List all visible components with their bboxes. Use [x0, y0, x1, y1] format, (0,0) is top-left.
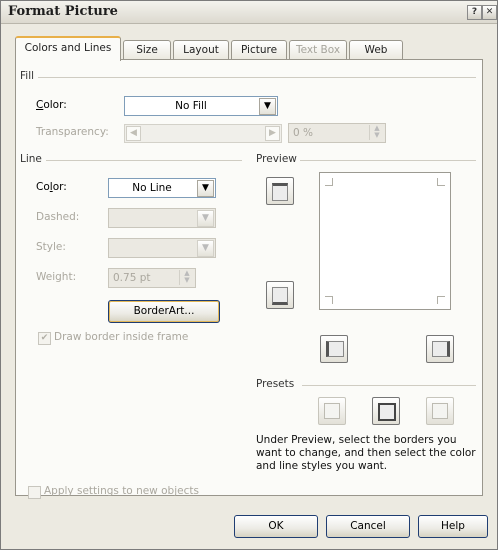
apply-settings-label: Apply settings to new objects [44, 485, 199, 497]
help-question-icon[interactable]: ? [467, 5, 482, 20]
corner-mark-icon [325, 296, 333, 304]
line-color-dropdown[interactable]: No Line ▼ [108, 178, 216, 198]
dialog-title: Format Picture [8, 4, 118, 19]
spin-arrows-icon: ▲ ▼ [179, 270, 194, 285]
preview-box[interactable] [319, 172, 451, 310]
chevron-down-icon[interactable]: ▼ [259, 98, 276, 115]
left-border-icon [326, 341, 344, 357]
borderart-button[interactable]: BorderArt... [108, 300, 220, 323]
ok-button[interactable]: OK [234, 515, 318, 538]
presets-divider [302, 385, 476, 386]
preview-group-label: Preview [256, 153, 301, 165]
fill-color-dropdown[interactable]: No Fill ▼ [124, 96, 278, 116]
top-border-icon [272, 183, 288, 201]
corner-mark-icon [437, 178, 445, 186]
grid-none-icon [324, 403, 340, 419]
title-bar[interactable]: Format Picture ? ✕ [1, 1, 497, 24]
tab-layout[interactable]: Layout [173, 40, 229, 59]
fill-divider [20, 77, 476, 78]
tab-picture[interactable]: Picture [231, 40, 287, 59]
style-label: Style: [36, 241, 66, 253]
corner-mark-icon [325, 178, 333, 186]
presets-description: Under Preview, select the borders you wa… [256, 434, 476, 472]
right-border-icon [432, 341, 450, 357]
top-border-button[interactable] [266, 177, 294, 205]
grid-all-icon [432, 403, 448, 419]
fill-color-label: Color: [36, 99, 67, 111]
preset-none-button[interactable] [318, 397, 346, 425]
help-button[interactable]: Help [418, 515, 488, 538]
cancel-button[interactable]: Cancel [326, 515, 410, 538]
style-dropdown: ▼ [108, 238, 216, 258]
presets-group-label: Presets [256, 378, 299, 390]
fill-color-value: No Fill [175, 100, 207, 112]
line-color-label: Color: [36, 181, 67, 193]
tab-web[interactable]: Web [349, 40, 403, 59]
apply-settings-checkbox[interactable] [28, 486, 41, 499]
slider-right-arrow-icon[interactable]: ▶ [265, 126, 280, 141]
corner-mark-icon [437, 296, 445, 304]
transparency-spinner[interactable]: 0 % ▲ ▼ [288, 123, 386, 143]
weight-label: Weight: [36, 271, 77, 283]
transparency-value: 0 % [293, 127, 313, 139]
draw-inside-label: Draw border inside frame [54, 331, 189, 343]
dashed-label: Dashed: [36, 211, 80, 223]
preset-grid-button[interactable] [426, 397, 454, 425]
box-border-icon [378, 403, 396, 421]
tab-colors-and-lines[interactable]: Colors and Lines [15, 36, 121, 61]
bottom-border-icon [272, 287, 288, 305]
line-divider [20, 160, 242, 161]
preset-box-button[interactable] [372, 397, 400, 425]
chevron-down-icon: ▼ [197, 240, 214, 257]
dashed-dropdown: ▼ [108, 208, 216, 228]
line-color-value: No Line [132, 182, 172, 194]
tab-text-box: Text Box [289, 40, 347, 59]
weight-value: 0.75 pt [113, 272, 151, 284]
tab-size[interactable]: Size [123, 40, 171, 59]
line-group-label: Line [20, 153, 46, 165]
transparency-slider[interactable]: ◀ ▶ [124, 124, 282, 143]
chevron-down-icon: ▼ [197, 210, 214, 227]
bottom-border-button[interactable] [266, 281, 294, 309]
preview-divider [300, 160, 476, 161]
spin-arrows-icon[interactable]: ▲ ▼ [369, 125, 384, 140]
left-border-button[interactable] [320, 335, 348, 363]
transparency-label: Transparency: [36, 126, 109, 138]
close-icon[interactable]: ✕ [482, 5, 497, 20]
draw-inside-checkbox[interactable]: ✔ [38, 332, 51, 345]
weight-spinner: 0.75 pt ▲ ▼ [108, 268, 196, 288]
format-picture-dialog: Format Picture ? ✕ Colors and Lines Size… [0, 0, 498, 550]
slider-left-arrow-icon[interactable]: ◀ [126, 126, 141, 141]
right-border-button[interactable] [426, 335, 454, 363]
fill-group-label: Fill [20, 70, 39, 82]
chevron-down-icon[interactable]: ▼ [197, 180, 214, 197]
